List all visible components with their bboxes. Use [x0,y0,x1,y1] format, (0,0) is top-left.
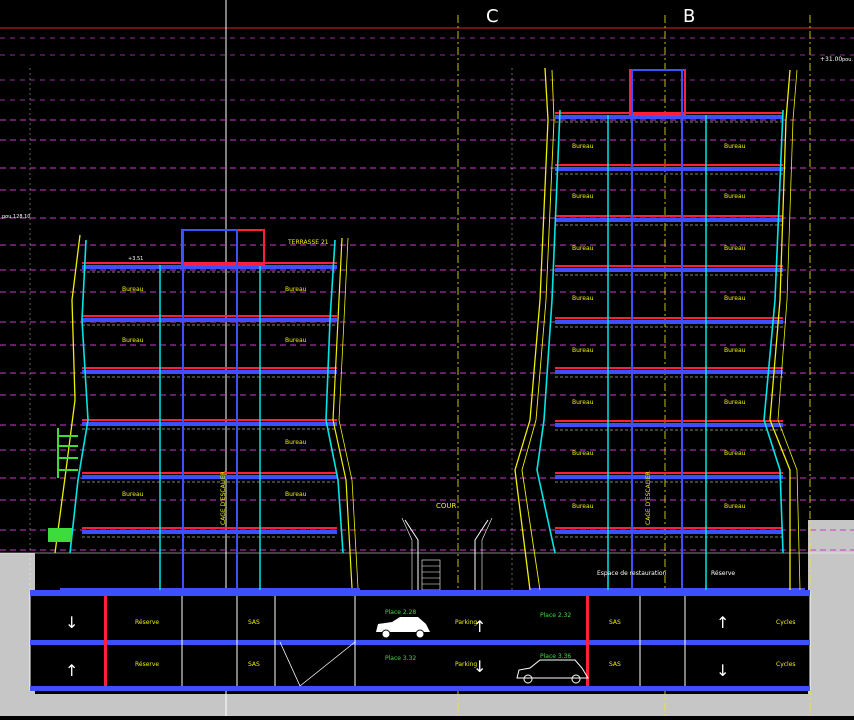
floor-label-right: Bureau [724,399,746,406]
floor-slab [555,268,783,272]
right-facade-right [763,109,784,554]
b2-place-a: Place 3.32 [385,655,416,662]
left-stair-label: CAGE D'ESCALIER [220,471,227,525]
floor-label-left: Bureau [572,347,594,354]
b1-sas-left: SAS [248,619,260,626]
left-building: TERRASSE 21 +3.51 CAGE D'ESCALIER Bureau… [48,229,360,592]
b1-cycles: Cycles [776,619,796,626]
court-label: COUR [436,502,457,510]
ground-bottom [0,694,854,716]
floor-label-right: Bureau [724,347,746,354]
b2-reserve: Réserve [135,661,159,668]
floor-label-right: Bureau [724,295,746,302]
left-floor-slabs [60,262,360,592]
b2-parking: Parking [455,661,477,668]
floor-slab [555,475,783,479]
floor-slab [82,475,337,479]
floor-label-left: Bureau [572,245,594,252]
b1-place-a: Place 2.28 [385,609,416,616]
arrow-up-icon: ↑ [716,613,729,632]
floor-slab [555,218,783,222]
left-stair-core [181,229,265,266]
floor-slab [555,167,783,171]
left-terrace-label: TERRASSE 21 [287,239,329,246]
basement-top-slab [30,590,810,596]
left-columns [159,265,261,590]
level-top-label: +31.00 [820,56,842,63]
left-floor-labels: Bureau Bureau Bureau Bureau Bureau Bureau Bure… [122,286,307,498]
floor-label-right: Bureau [285,286,307,293]
right-facade-inner [536,109,561,554]
floor-label-right: Bureau [285,491,307,498]
floor-label-right: Bureau [724,193,746,200]
right-floor-labels: Bureau Bureau Bureau Bureau Bureau Bureau Bure… [572,143,746,510]
basement-wall-red [104,596,107,686]
floor-slab [82,370,337,374]
grid-label-b: B [683,6,695,27]
floor-slab [555,423,783,427]
b2-sas-right: SAS [609,661,621,668]
floor-label-left: Bureau [572,450,594,457]
floor-slab [82,422,337,426]
right-stair-label: CAGE D'ESCALIER [645,471,652,525]
right-columns [607,115,707,590]
b2-sas-left: SAS [248,661,260,668]
floor-label-right: Bureau [724,245,746,252]
floor-label-left: Bureau [572,399,594,406]
b1-sas-right: SAS [609,619,621,626]
floor-label-right: Bureau [724,143,746,150]
basement: ↓ ↑ ↑ ↓ ↑ ↓ Réserve SAS Place 2.28 Parki… [29,590,811,691]
level-left-label: pou.128.10 [2,214,31,220]
floor-label-left: Bureau [122,286,144,293]
right-stair-core [629,69,686,116]
floor-label-left: Bureau [122,491,144,498]
b1-parking: Parking [455,619,477,626]
left-facade-inner [69,239,89,554]
basement-wall-red [586,596,589,686]
floor-label-right: Bureau [285,439,307,446]
floor-slab [82,318,337,322]
right-facade-outer [514,67,549,591]
b2-cycles: Cycles [776,661,796,668]
building-section-svg: C B +31.00 pou. pou.128.10 TERRASSE 21 +… [0,0,854,716]
floor-label-right: Bureau [724,450,746,457]
floor-label-left: Bureau [572,503,594,510]
floor-label-left: Bureau [572,193,594,200]
arrow-up-icon: ↑ [65,661,78,680]
grid-label-c: C [486,6,499,27]
left-roof-label: +3.51 [128,256,143,262]
floor-label-left: Bureau [122,337,144,344]
b1-reserve: Réserve [135,619,159,626]
floor-slab [555,530,783,534]
arrow-down-icon: ↓ [716,661,729,680]
floor-slab [555,320,783,324]
ground-right [808,520,854,716]
right-ground-right-label: Réserve [711,570,735,577]
floor-label-left: Bureau [572,295,594,302]
court: COUR [401,502,493,591]
right-ground-left-label: Espace de restauration [597,570,667,577]
right-stair-shaft [631,69,683,596]
left-facade-outer [54,234,81,554]
floor-label-right: Bureau [724,503,746,510]
floor-label-left: Bureau [572,143,594,150]
basement-bottom-slab [30,686,810,691]
level-top-unit: pou. [842,57,853,63]
cad-section-drawing: C B +31.00 pou. pou.128.10 TERRASSE 21 +… [0,0,854,716]
arrow-down-icon: ↓ [65,613,78,632]
b1-place-b: Place 2.32 [540,612,571,619]
basement-mid-slab [30,640,810,645]
floor-slab [82,530,337,534]
b2-place-b: Place 3.36 [540,653,571,660]
left-stair-shaft [182,229,238,591]
right-building: CAGE D'ESCALIER Bureau BureauBureau Bureau… [514,67,805,596]
floor-slab [555,370,783,374]
floor-label-right: Bureau [285,337,307,344]
